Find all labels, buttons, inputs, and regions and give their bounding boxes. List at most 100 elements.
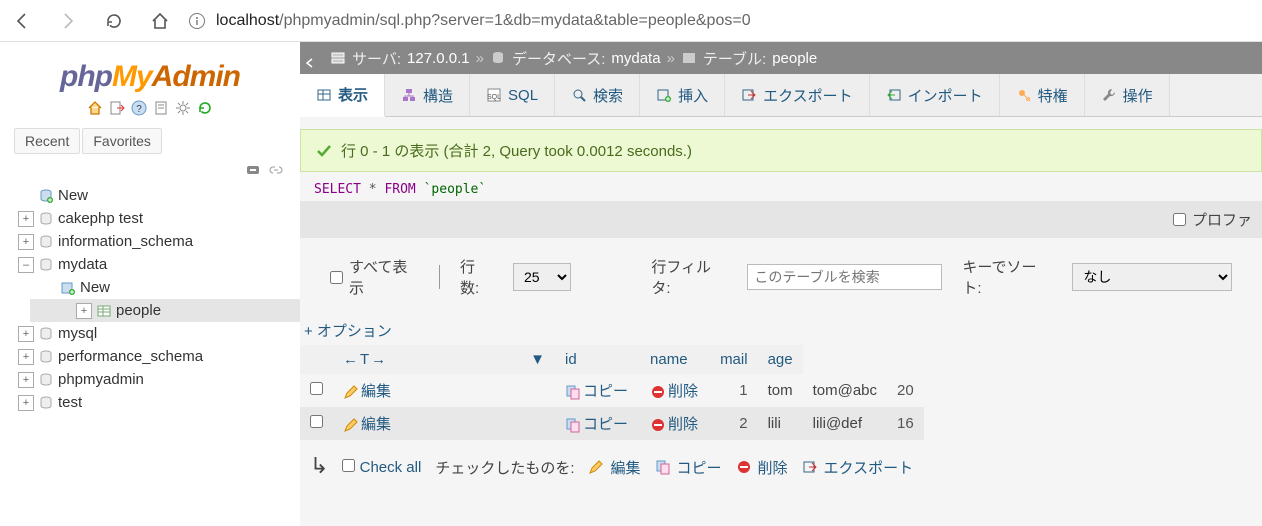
options-toggle[interactable]: + オプション (300, 316, 1262, 345)
search-icon (571, 87, 587, 103)
tab-favorites[interactable]: Favorites (82, 128, 162, 154)
show-all-checkbox[interactable] (330, 271, 343, 284)
bulk-edit[interactable]: 編集 (588, 457, 640, 478)
breadcrumb-db[interactable]: mydata (611, 50, 660, 67)
expand-icon[interactable]: + (18, 395, 34, 411)
edit-link[interactable]: 編集 (361, 416, 391, 433)
export-icon (741, 87, 757, 103)
database-icon (38, 257, 54, 273)
tree-db[interactable]: + performance_schema (18, 345, 290, 368)
home-icon[interactable] (87, 100, 103, 116)
cell-name: lili (758, 407, 803, 440)
db-tree: New + cakephp test + information_schema … (10, 184, 290, 414)
tree-new-table[interactable]: New (40, 276, 290, 299)
database-icon (490, 50, 506, 66)
sql-query-display: SELECT * FROM `people` (300, 172, 1262, 201)
check-all-label[interactable]: Check all (342, 459, 421, 476)
row-checkbox[interactable] (310, 415, 323, 428)
refresh-icon[interactable] (104, 11, 124, 31)
exit-icon[interactable] (109, 100, 125, 116)
expand-icon[interactable]: + (18, 234, 34, 250)
reload-icon[interactable] (197, 100, 213, 116)
column-name[interactable]: name (640, 345, 710, 374)
tab-export[interactable]: エクスポート (725, 74, 870, 116)
gear-icon[interactable] (175, 100, 191, 116)
check-all-checkbox[interactable] (342, 459, 355, 472)
dropdown-icon[interactable]: ▼ (530, 351, 545, 368)
expand-icon[interactable]: + (18, 372, 34, 388)
tab-operations[interactable]: 操作 (1085, 74, 1170, 116)
bulk-delete[interactable]: 削除 (736, 457, 788, 478)
breadcrumb-server[interactable]: 127.0.0.1 (407, 50, 470, 67)
info-icon (188, 12, 206, 30)
sort-right-icon[interactable]: → (371, 351, 386, 368)
delete-link[interactable]: 削除 (668, 383, 698, 400)
copy-link[interactable]: コピー (583, 416, 628, 433)
privileges-icon (1016, 87, 1032, 103)
svg-text:SQL: SQL (487, 94, 501, 101)
edit-link[interactable]: 編集 (361, 383, 391, 400)
tree-db[interactable]: + test (18, 391, 290, 414)
home-icon[interactable] (150, 11, 170, 31)
export-icon (802, 459, 818, 475)
logo-toolbar: ? (10, 96, 290, 124)
tree-table-people[interactable]: + people (30, 299, 300, 322)
column-age[interactable]: age (758, 345, 803, 374)
expand-icon[interactable]: + (18, 211, 34, 227)
breadcrumb-table[interactable]: people (772, 50, 817, 67)
tree-new[interactable]: New (18, 184, 290, 207)
expand-icon[interactable]: + (18, 349, 34, 365)
tab-privileges[interactable]: 特権 (1000, 74, 1085, 116)
with-selected-label: チェックしたものを: (435, 457, 574, 478)
expand-icon[interactable]: + (76, 303, 92, 319)
wrench-icon (1101, 87, 1117, 103)
svg-text:?: ? (136, 104, 142, 115)
tab-structure[interactable]: 構造 (385, 74, 470, 116)
edit-icon (343, 417, 359, 433)
tab-sql[interactable]: SQLSQL (470, 74, 555, 116)
tree-db[interactable]: + cakephp test (18, 207, 290, 230)
help-icon[interactable]: ? (131, 100, 147, 116)
insert-icon (656, 87, 672, 103)
tree-db-mydata[interactable]: – mydata (18, 253, 290, 276)
tree-db[interactable]: + phpmyadmin (18, 368, 290, 391)
bulk-copy[interactable]: コピー (655, 457, 722, 478)
table-row: 編集 コピー 削除 1 tom tom@abc 20 (300, 374, 924, 407)
tab-insert[interactable]: 挿入 (640, 74, 725, 116)
back-icon[interactable] (12, 11, 32, 31)
tree-db[interactable]: + information_schema (18, 230, 290, 253)
tree-db[interactable]: + mysql (18, 322, 290, 345)
browse-icon (316, 87, 332, 103)
forward-icon[interactable] (58, 11, 78, 31)
tab-recent[interactable]: Recent (14, 128, 80, 154)
sql-footer: プロファ (300, 201, 1262, 238)
structure-icon (401, 87, 417, 103)
sidebar-collapse-handle[interactable] (300, 52, 320, 74)
collapse-all-icon[interactable] (246, 162, 262, 178)
address-bar[interactable]: localhost/phpmyadmin/sql.php?server=1&db… (188, 12, 751, 30)
tab-search[interactable]: 検索 (555, 74, 640, 116)
filter-input[interactable] (747, 264, 942, 290)
bulk-export[interactable]: エクスポート (802, 457, 914, 478)
tab-import[interactable]: インポート (870, 74, 1000, 116)
database-icon (38, 395, 54, 411)
tab-browse[interactable]: 表示 (300, 74, 385, 117)
docs-icon[interactable] (153, 100, 169, 116)
import-icon (886, 87, 902, 103)
new-table-icon (60, 280, 76, 296)
sort-left-icon[interactable]: ← (343, 351, 358, 368)
column-mail[interactable]: mail (710, 345, 758, 374)
edit-icon (343, 384, 359, 400)
expand-icon[interactable]: + (18, 326, 34, 342)
rowcount-select[interactable]: 25 (513, 263, 571, 291)
sort-select[interactable]: なし (1072, 263, 1232, 291)
link-icon[interactable] (268, 162, 284, 178)
row-checkbox[interactable] (310, 382, 323, 395)
bulk-arrow-icon: ↳ (310, 453, 328, 479)
column-id[interactable]: id (555, 345, 640, 374)
collapse-icon[interactable]: – (18, 257, 34, 273)
delete-link[interactable]: 削除 (668, 416, 698, 433)
profiling-checkbox[interactable] (1173, 213, 1186, 226)
show-all-label[interactable]: すべて表示 (330, 256, 419, 298)
copy-link[interactable]: コピー (583, 383, 628, 400)
